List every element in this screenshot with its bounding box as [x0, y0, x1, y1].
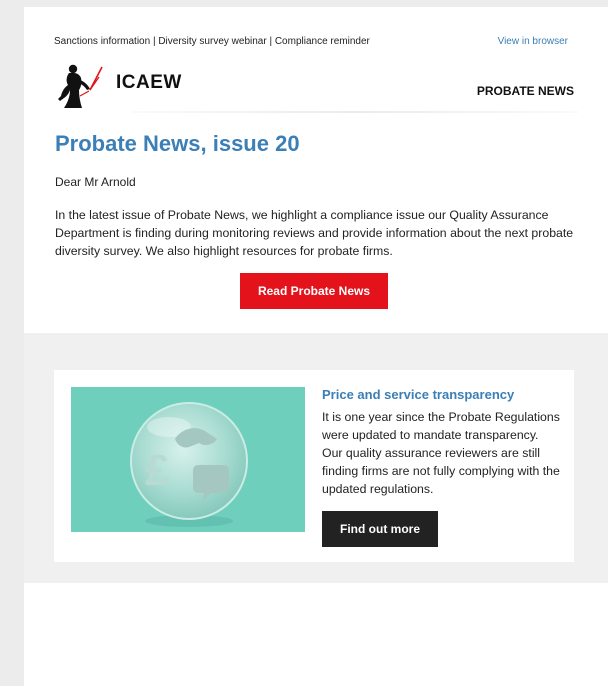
page-title: Probate News, issue 20: [55, 131, 300, 156]
feature-section: £ Price and service transparency It is o…: [24, 333, 608, 583]
feature-image[interactable]: £: [71, 387, 305, 532]
svg-text:£: £: [145, 446, 170, 495]
top-bar: Sanctions information | Diversity survey…: [54, 36, 568, 48]
read-probate-news-button[interactable]: Read Probate News: [240, 273, 388, 309]
icaew-logo-icon[interactable]: [54, 63, 110, 111]
brand-header: ICAEW PROBATE NEWS: [54, 63, 574, 111]
brand-wordmark: ICAEW: [116, 72, 182, 93]
find-out-more-button[interactable]: Find out more: [322, 511, 438, 547]
feature-card: £ Price and service transparency It is o…: [54, 370, 574, 562]
feature-body: It is one year since the Probate Regulat…: [322, 410, 560, 496]
pound-sign-icon: £: [145, 446, 170, 495]
topbar-links: Sanctions information | Diversity survey…: [54, 36, 370, 47]
greeting: Dear Mr Arnold: [55, 175, 136, 189]
glass-sphere-illustration: £: [130, 402, 248, 527]
newsletter-section-name: PROBATE NEWS: [476, 84, 574, 98]
header-divider: [132, 111, 578, 113]
email-body: Sanctions information | Diversity survey…: [24, 7, 608, 686]
view-in-browser-link[interactable]: View in browser: [498, 36, 568, 48]
intro-paragraph: In the latest issue of Probate News, we …: [55, 208, 574, 258]
feature-heading: Price and service transparency: [322, 387, 515, 402]
